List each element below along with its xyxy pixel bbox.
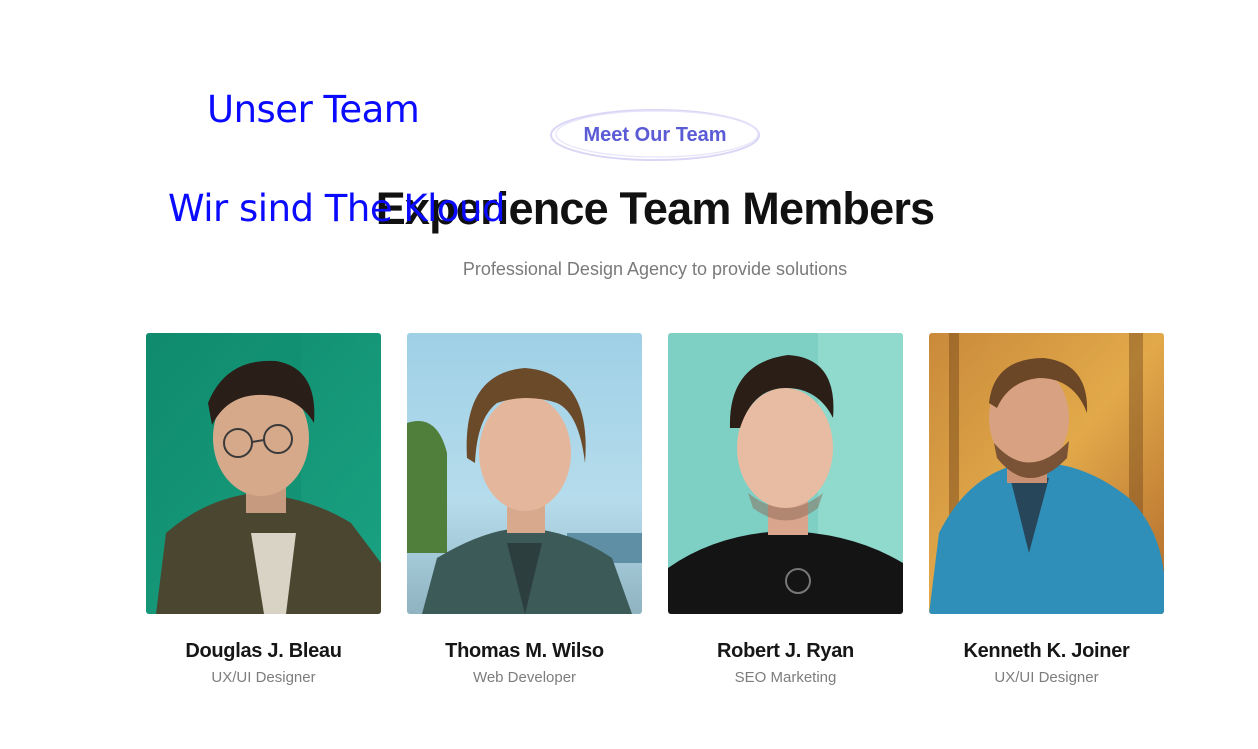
portrait-green-backdrop-icon bbox=[146, 333, 381, 614]
team-member-role: SEO Marketing bbox=[734, 669, 837, 686]
portrait-teal-wall-icon bbox=[668, 333, 903, 614]
team-member-name[interactable]: Robert J. Ryan bbox=[668, 638, 903, 664]
portrait-outdoor-seaside-icon bbox=[407, 333, 642, 614]
team-cards: Douglas J. Bleau UX/UI Designer Thomas M… bbox=[146, 333, 1164, 688]
team-card[interactable]: Thomas M. Wilso Web Developer bbox=[407, 333, 642, 688]
team-card[interactable]: Douglas J. Bleau UX/UI Designer bbox=[146, 333, 381, 688]
team-card[interactable]: Robert J. Ryan SEO Marketing bbox=[668, 333, 903, 688]
eyebrow-badge: Meet Our Team bbox=[549, 108, 761, 162]
overlay-heading-the-kloud: Wir sind The Kloud bbox=[168, 187, 505, 230]
team-member-name[interactable]: Thomas M. Wilso bbox=[407, 638, 642, 664]
team-member-photo[interactable] bbox=[929, 333, 1164, 614]
team-member-photo[interactable] bbox=[668, 333, 903, 614]
team-member-photo[interactable] bbox=[146, 333, 381, 614]
section-subtitle: Professional Design Agency to provide so… bbox=[462, 259, 848, 279]
team-member-role: UX/UI Designer bbox=[994, 669, 1099, 686]
overlay-heading-unser-team: Unser Team bbox=[207, 88, 420, 131]
team-section: Unser Team Wir sind The Kloud Meet Our T… bbox=[0, 0, 1258, 749]
team-member-name[interactable]: Kenneth K. Joiner bbox=[929, 638, 1164, 664]
team-member-role: Web Developer bbox=[472, 669, 577, 686]
team-member-name[interactable]: Douglas J. Bleau bbox=[146, 638, 381, 664]
team-card[interactable]: Kenneth K. Joiner UX/UI Designer bbox=[929, 333, 1164, 688]
team-member-role: UX/UI Designer bbox=[211, 669, 316, 686]
team-member-photo[interactable] bbox=[407, 333, 642, 614]
portrait-autumn-forest-icon bbox=[929, 333, 1164, 614]
eyebrow-text: Meet Our Team bbox=[583, 124, 727, 146]
